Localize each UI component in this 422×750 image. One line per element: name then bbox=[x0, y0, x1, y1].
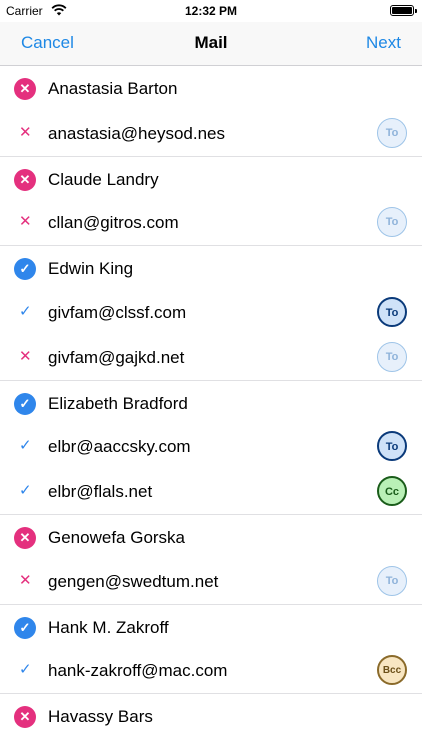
cross-icon[interactable]: ✕ bbox=[14, 526, 36, 549]
clock-time: 12:32 PM bbox=[184, 4, 238, 18]
checkmark-icon: ✓ bbox=[19, 482, 32, 500]
cross-icon: ✕ bbox=[19, 347, 32, 365]
email-address: hank-zakroff@mac.com bbox=[48, 661, 228, 681]
email-address: givfam@clssf.com bbox=[48, 302, 187, 322]
contact-row[interactable]: ✓ Edwin King bbox=[0, 245, 422, 290]
contact-name: Havassy Bars bbox=[48, 707, 153, 727]
status-bar: Carrier 12:32 PM bbox=[0, 0, 422, 22]
page-title: Mail bbox=[194, 33, 228, 52]
contact-name: Genowefa Gorska bbox=[48, 527, 186, 547]
email-address: elbr@flals.net bbox=[48, 482, 153, 502]
cross-icon: ✕ bbox=[19, 571, 32, 589]
checkmark-icon: ✓ bbox=[19, 302, 32, 320]
recipient-list: ✕ Anastasia Barton ✕ anastasia@heysod.nes To… bbox=[0, 66, 422, 738]
contact-row[interactable]: ✓ Elizabeth Bradford bbox=[0, 379, 422, 425]
checkmark-icon: ✓ bbox=[19, 661, 32, 679]
cross-icon[interactable]: ✕ bbox=[14, 706, 36, 729]
email-address: givfam@gajkd.net bbox=[48, 347, 185, 367]
contact-name: Claude Landry bbox=[48, 169, 159, 189]
contact-name: Elizabeth Bradford bbox=[48, 393, 188, 413]
recipient-type-badge[interactable]: To bbox=[377, 341, 407, 372]
email-row[interactable]: ✓ elbr@flals.net Cc bbox=[0, 469, 422, 514]
navigation-bar: Cancel Mail Next bbox=[0, 22, 422, 66]
contact-row[interactable]: ✓ Hank M. Zakroff bbox=[0, 603, 422, 649]
next-button[interactable]: Next bbox=[366, 33, 401, 53]
checkmark-icon[interactable]: ✓ bbox=[14, 392, 36, 415]
contact-name: Anastasia Barton bbox=[48, 79, 178, 98]
contact-name: Hank M. Zakroff bbox=[48, 617, 169, 637]
checkmark-icon[interactable]: ✓ bbox=[14, 258, 36, 281]
email-address: elbr@aaccsky.com bbox=[48, 437, 191, 457]
cross-icon: ✕ bbox=[19, 123, 32, 141]
email-row[interactable]: ✕ cllan@gitros.com To bbox=[0, 200, 422, 245]
email-row[interactable]: ✕ gengen@swedtum.net To bbox=[0, 559, 422, 604]
cross-icon[interactable]: ✕ bbox=[14, 78, 36, 100]
email-address: gengen@swedtum.net bbox=[48, 571, 219, 591]
battery-icon bbox=[390, 5, 417, 16]
contact-row[interactable]: ✕ Claude Landry bbox=[0, 155, 422, 201]
email-row[interactable]: ✓ givfam@clssf.com To bbox=[0, 290, 422, 335]
email-address: cllan@gitros.com bbox=[48, 213, 179, 233]
cross-icon: ✕ bbox=[19, 213, 32, 231]
email-row[interactable]: ✕ givfam@gajkd.net To bbox=[0, 335, 422, 380]
contact-row[interactable]: ✕ Anastasia Barton bbox=[0, 66, 422, 111]
recipient-type-badge[interactable]: To bbox=[377, 565, 407, 596]
email-address: anastasia@heysod.nes bbox=[48, 123, 225, 143]
email-row[interactable]: ✕ anastasia@heysod.nes To bbox=[0, 111, 422, 156]
recipient-type-badge[interactable]: To bbox=[377, 117, 407, 148]
email-row[interactable]: ✓ hank-zakroff@mac.com Bcc bbox=[0, 648, 422, 693]
cross-icon[interactable]: ✕ bbox=[14, 168, 36, 191]
recipient-type-badge[interactable]: To bbox=[377, 431, 407, 462]
contact-name: Edwin King bbox=[48, 259, 134, 279]
recipient-type-badge[interactable]: Bcc bbox=[377, 655, 407, 686]
recipient-type-badge[interactable]: To bbox=[377, 296, 407, 327]
contact-row[interactable]: ✕ Genowefa Gorska bbox=[0, 513, 422, 559]
contact-row[interactable]: ✕ Havassy Bars bbox=[0, 693, 422, 738]
email-row[interactable]: ✓ elbr@aaccsky.com To bbox=[0, 424, 422, 469]
recipient-type-badge[interactable]: Cc bbox=[377, 476, 407, 507]
recipient-type-badge[interactable]: To bbox=[377, 207, 407, 238]
checkmark-icon[interactable]: ✓ bbox=[14, 616, 36, 639]
checkmark-icon: ✓ bbox=[19, 437, 32, 455]
